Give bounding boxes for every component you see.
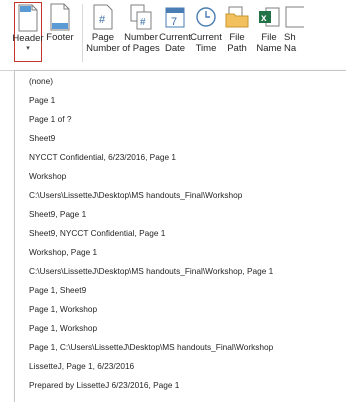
- current-time-label-1: Current: [190, 32, 222, 43]
- excel-file-icon: x: [253, 2, 285, 32]
- menu-item[interactable]: Page 1 of ?: [29, 114, 71, 125]
- page-number-label-1: Page: [91, 32, 115, 43]
- svg-text:7: 7: [171, 16, 177, 28]
- menu-item[interactable]: Workshop, Page 1: [29, 247, 97, 258]
- header-button[interactable]: Header ▾: [12, 2, 44, 62]
- header-dropdown-menu: (none) Page 1 Page 1 of ? Sheet9 NYCCT C…: [14, 70, 346, 402]
- number-of-pages-button[interactable]: # Number of Pages: [122, 2, 160, 62]
- sheet-icon: [284, 2, 304, 32]
- footer-icon: [44, 2, 76, 32]
- menu-item[interactable]: Sheet9, NYCCT Confidential, Page 1: [29, 228, 165, 239]
- page-number-button[interactable]: # Page Number: [86, 2, 120, 62]
- footer-button-label: Footer: [46, 32, 74, 43]
- sheet-name-label-2: Na: [284, 43, 297, 54]
- menu-item[interactable]: LissetteJ, Page 1, 6/23/2016: [29, 361, 134, 372]
- svg-text:#: #: [140, 17, 146, 28]
- current-date-button[interactable]: 7 Current Date: [159, 2, 191, 62]
- menu-item[interactable]: Sheet9, Page 1: [29, 209, 86, 220]
- menu-item-none[interactable]: (none): [29, 76, 53, 87]
- current-date-label-1: Current: [159, 32, 191, 43]
- menu-item[interactable]: NYCCT Confidential, 6/23/2016, Page 1: [29, 152, 176, 163]
- sheet-name-button[interactable]: Sh Na: [284, 2, 306, 62]
- file-name-label-2: Name: [256, 43, 282, 54]
- menu-item[interactable]: Page 1, Workshop: [29, 304, 97, 315]
- menu-item[interactable]: Sheet9: [29, 133, 55, 144]
- number-of-pages-label-1: Number: [124, 32, 158, 43]
- svg-text:x: x: [261, 13, 267, 24]
- ribbon-separator: [82, 4, 83, 62]
- file-path-label-1: File: [229, 32, 245, 43]
- chevron-down-icon: ▾: [26, 45, 30, 52]
- menu-item[interactable]: Page 1, C:\Users\LissetteJ\Desktop\MS ha…: [29, 342, 273, 353]
- page-number-label-2: Number: [86, 43, 120, 54]
- file-path-label-2: Path: [227, 43, 247, 54]
- menu-item[interactable]: Page 1, Workshop: [29, 323, 97, 334]
- header-button-label: Header: [12, 33, 44, 44]
- footer-button[interactable]: Footer: [44, 2, 76, 62]
- number-of-pages-icon: #: [125, 2, 157, 32]
- file-path-button[interactable]: File Path: [222, 2, 252, 62]
- menu-item[interactable]: C:\Users\LissetteJ\Desktop\MS handouts_F…: [29, 190, 242, 201]
- current-date-label-2: Date: [164, 43, 186, 54]
- header-footer-ribbon: Header ▾ Footer # Page Number # Number o…: [0, 0, 346, 71]
- clock-icon: [190, 2, 222, 32]
- sheet-name-label-1: Sh: [284, 32, 296, 43]
- file-name-label-1: File: [261, 32, 277, 43]
- current-date-icon: 7: [159, 2, 191, 32]
- folder-icon: [221, 2, 253, 32]
- file-name-button[interactable]: x File Name: [254, 2, 284, 62]
- page-number-icon: #: [87, 2, 119, 32]
- menu-item[interactable]: Prepared by LissetteJ 6/23/2016, Page 1: [29, 380, 179, 391]
- menu-item[interactable]: Workshop: [29, 171, 66, 182]
- svg-text:#: #: [99, 14, 106, 26]
- current-time-button[interactable]: Current Time: [190, 2, 222, 62]
- current-time-label-2: Time: [195, 43, 217, 54]
- header-icon: [12, 3, 44, 33]
- menu-item[interactable]: Page 1, Sheet9: [29, 285, 86, 296]
- menu-item[interactable]: C:\Users\LissetteJ\Desktop\MS handouts_F…: [29, 266, 273, 277]
- menu-item[interactable]: Page 1: [29, 95, 55, 106]
- number-of-pages-label-2: of Pages: [122, 43, 160, 54]
